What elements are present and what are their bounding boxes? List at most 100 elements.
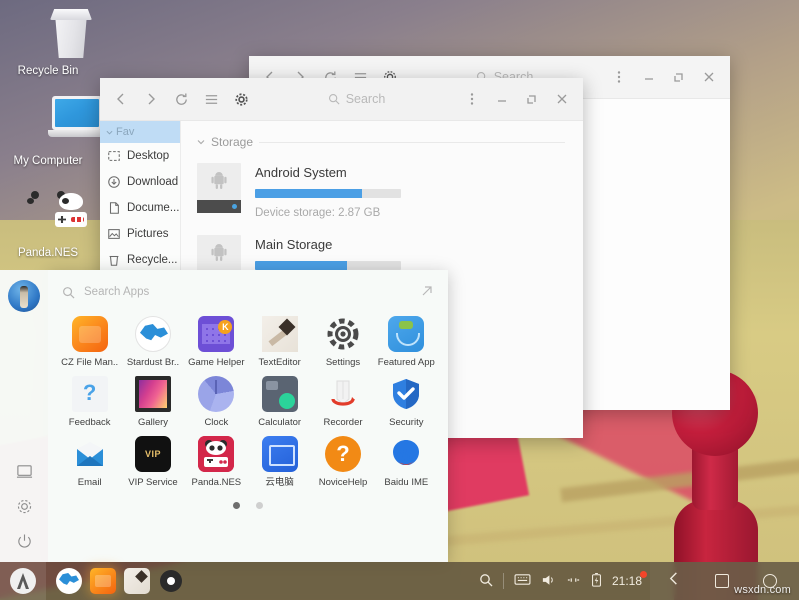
start-menu-icon[interactable] bbox=[0, 562, 46, 600]
gallery-icon bbox=[134, 376, 171, 412]
app-label: Email bbox=[77, 477, 102, 488]
novice-help-icon bbox=[324, 436, 361, 472]
app-cell-feedback[interactable]: Feedback bbox=[58, 376, 121, 428]
recorder-icon bbox=[325, 376, 361, 412]
app-label: Feedback bbox=[68, 417, 111, 428]
file-manager-search-field[interactable]: Search bbox=[256, 92, 457, 106]
sidebar-item-label: Pictures bbox=[127, 228, 169, 240]
recorder-camera-icon[interactable] bbox=[158, 568, 184, 594]
feedback-icon bbox=[71, 376, 108, 412]
menu-icon[interactable] bbox=[196, 84, 226, 114]
volume-icon[interactable] bbox=[541, 573, 556, 590]
refresh-icon[interactable] bbox=[166, 84, 196, 114]
app-cell-baidu-ime[interactable]: Baidu IME bbox=[375, 436, 438, 488]
maximize-icon[interactable] bbox=[664, 62, 694, 92]
minimize-icon[interactable] bbox=[487, 84, 517, 114]
app-cell-cz-file-manager[interactable]: CZ File Man.. bbox=[58, 316, 121, 368]
taskbar-clock[interactable]: 21:18 bbox=[612, 571, 647, 588]
vip-service-icon bbox=[134, 436, 171, 472]
sidebar-item-documents[interactable]: Docume... bbox=[100, 195, 180, 221]
storage-title: Android System bbox=[255, 165, 347, 180]
nav-home-icon[interactable] bbox=[715, 574, 729, 588]
desktop-icon-my-computer[interactable]: My Computer bbox=[0, 96, 106, 168]
android-robot-icon bbox=[211, 171, 228, 195]
back-icon[interactable] bbox=[106, 84, 136, 114]
cloud-pc-icon bbox=[261, 436, 298, 472]
desktop-icon-recycle-bin[interactable]: Recycle Bin bbox=[0, 6, 96, 78]
download-icon bbox=[107, 175, 121, 189]
gear-icon[interactable] bbox=[16, 498, 33, 515]
keyboard-icon[interactable] bbox=[514, 573, 531, 589]
stardust-browser-icon[interactable] bbox=[56, 568, 82, 594]
display-icon[interactable] bbox=[16, 463, 33, 480]
panda-nes-icon bbox=[0, 188, 96, 242]
chevron-down-icon bbox=[106, 130, 113, 135]
app-cell-email[interactable]: Email bbox=[58, 436, 121, 488]
maximize-icon[interactable] bbox=[517, 84, 547, 114]
sidebar-item-label: Download bbox=[127, 176, 179, 188]
settings-gear-icon bbox=[325, 316, 361, 352]
app-label: Calculator bbox=[258, 417, 302, 428]
app-cell-cloud-pc[interactable]: 云电脑 bbox=[248, 436, 311, 488]
desktop-icon-label: Recycle Bin bbox=[17, 65, 79, 77]
app-cell-vip-service[interactable]: VIP Service bbox=[121, 436, 184, 488]
recycle-icon bbox=[107, 253, 121, 267]
gear-icon[interactable] bbox=[226, 84, 256, 114]
status-dot bbox=[232, 204, 237, 209]
desktop-icon-panda-nes[interactable]: Panda.NES bbox=[0, 188, 96, 260]
close-icon[interactable] bbox=[547, 84, 577, 114]
app-cell-calculator[interactable]: Calculator bbox=[248, 376, 311, 428]
app-cell-stardust-browser[interactable]: Stardust Br.. bbox=[121, 316, 184, 368]
sidebar-item-desktop[interactable]: Desktop bbox=[100, 143, 180, 169]
network-icon[interactable] bbox=[566, 573, 581, 590]
power-icon[interactable] bbox=[16, 533, 33, 550]
sidebar-item-download[interactable]: Download bbox=[100, 169, 180, 195]
app-cell-text-editor[interactable]: TextEditor bbox=[248, 316, 311, 368]
page-dot[interactable] bbox=[233, 502, 240, 509]
app-cell-security-shield[interactable]: Security bbox=[375, 376, 438, 428]
system-tray: 21:18 bbox=[479, 571, 650, 590]
page-dot[interactable] bbox=[256, 502, 263, 509]
app-cell-recorder[interactable]: Recorder bbox=[311, 376, 374, 428]
battery-charging-icon[interactable] bbox=[591, 572, 602, 590]
storage-title: Main Storage bbox=[255, 237, 333, 252]
app-grid: CZ File Man.. Stardust Br.. Game Helper Tex… bbox=[48, 314, 448, 488]
forward-icon[interactable] bbox=[136, 84, 166, 114]
storage-progress-bar bbox=[255, 189, 401, 198]
app-cell-novice-help[interactable]: NoviceHelp bbox=[311, 436, 374, 488]
search-placeholder: Search bbox=[345, 92, 386, 106]
sidebar-item-label: Recycle... bbox=[127, 254, 178, 266]
app-label: Recorder bbox=[323, 417, 363, 428]
cz-file-manager-icon[interactable] bbox=[90, 568, 116, 594]
app-cell-gallery[interactable]: Gallery bbox=[121, 376, 184, 428]
app-cell-settings-gear[interactable]: Settings bbox=[311, 316, 374, 368]
text-editor-icon bbox=[261, 316, 298, 352]
app-cell-panda-nes[interactable]: Panda.NES bbox=[185, 436, 248, 488]
storage-entry-android-system[interactable]: Android System Device storage: 2.87 GB bbox=[197, 163, 565, 219]
android-thumb bbox=[197, 163, 241, 213]
sidebar-group-fav[interactable]: Fav bbox=[100, 121, 180, 143]
app-cell-clock[interactable]: Clock bbox=[185, 376, 248, 428]
picture-icon bbox=[107, 227, 121, 241]
app-cell-featured-app[interactable]: Featured App bbox=[375, 316, 438, 368]
nav-back-icon[interactable] bbox=[668, 571, 681, 591]
launcher-search-field[interactable]: Search Apps bbox=[48, 270, 448, 314]
expand-arrow-icon[interactable] bbox=[420, 284, 434, 301]
search-icon[interactable] bbox=[479, 573, 493, 590]
left-dock bbox=[0, 270, 48, 562]
launcher-page-dots[interactable] bbox=[48, 502, 448, 509]
app-label: Stardust Br.. bbox=[126, 357, 180, 368]
more-icon[interactable] bbox=[457, 84, 487, 114]
sidebar-item-label: Desktop bbox=[127, 150, 170, 162]
close-icon[interactable] bbox=[694, 62, 724, 92]
avatar[interactable] bbox=[8, 280, 40, 312]
minimize-icon[interactable] bbox=[634, 62, 664, 92]
app-launcher-panel[interactable]: Search Apps CZ File Man.. Stardust Br.. Ga… bbox=[48, 270, 448, 562]
panda-nes-icon bbox=[198, 436, 235, 472]
sidebar-item-pictures[interactable]: Pictures bbox=[100, 221, 180, 247]
taskbar: 21:18 bbox=[0, 562, 799, 600]
app-label: Settings bbox=[325, 357, 361, 368]
text-editor-icon[interactable] bbox=[124, 568, 150, 594]
more-icon[interactable] bbox=[604, 62, 634, 92]
app-cell-game-helper[interactable]: Game Helper bbox=[185, 316, 248, 368]
